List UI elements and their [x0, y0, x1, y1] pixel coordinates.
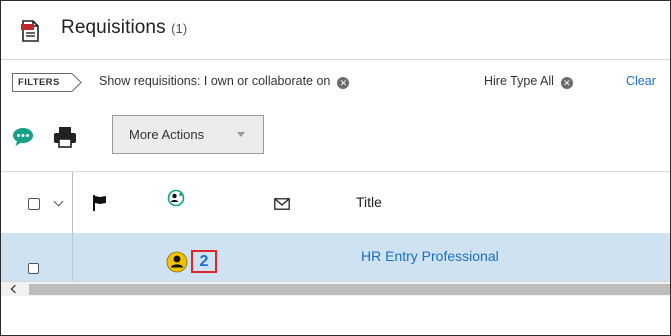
table-header: Title: [1, 171, 670, 235]
user-icon: [166, 251, 188, 273]
page-title-label: Requisitions: [61, 17, 166, 38]
chevron-down-icon[interactable]: [53, 196, 64, 207]
filters-toggle[interactable]: FILTERS: [12, 73, 72, 92]
filter-bar: FILTERS Show requisitions: I own or coll…: [1, 60, 670, 105]
filter-chip-label: Show requisitions: I own or collaborate …: [99, 74, 331, 88]
column-divider: [72, 172, 73, 234]
scrollbar-thumb[interactable]: [29, 284, 670, 295]
remove-filter-icon[interactable]: ✕: [560, 77, 573, 89]
more-actions-button[interactable]: More Actions: [112, 115, 264, 154]
requisition-title-link[interactable]: HR Entry Professional: [361, 248, 499, 264]
chevron-down-icon: [237, 132, 245, 137]
filter-chip-hire-type: Hire Type All ✕: [484, 73, 573, 90]
envelope-icon[interactable]: [274, 198, 290, 210]
requisitions-panel: Requisitions (1) FILTERS Show requisitio…: [0, 0, 671, 336]
chat-bubble-icon[interactable]: [12, 127, 34, 147]
clear-filters-link[interactable]: Clear: [626, 73, 656, 90]
result-count: (1): [171, 21, 188, 36]
page-title: Requisitions (1): [61, 17, 187, 39]
row-checkbox[interactable]: [28, 263, 39, 274]
assign-user-icon[interactable]: [167, 189, 185, 207]
toolbar: More Actions: [1, 104, 670, 166]
remove-filter-icon[interactable]: ✕: [337, 77, 350, 89]
requisition-document-icon: [21, 20, 39, 42]
flag-icon[interactable]: [92, 194, 108, 212]
empty-area: [1, 296, 670, 335]
assigned-count[interactable]: 2: [191, 250, 217, 273]
filter-chip-ownership: Show requisitions: I own or collaborate …: [99, 73, 350, 90]
filter-chip-label: Hire Type All: [484, 74, 554, 88]
printer-icon[interactable]: [53, 126, 77, 148]
column-header-title[interactable]: Title: [356, 194, 382, 210]
horizontal-scrollbar[interactable]: [1, 281, 670, 297]
select-all-checkbox[interactable]: [28, 198, 40, 210]
more-actions-label: More Actions: [129, 127, 205, 142]
title-bar: Requisitions (1): [1, 1, 670, 60]
scroll-left-icon[interactable]: [1, 282, 27, 297]
